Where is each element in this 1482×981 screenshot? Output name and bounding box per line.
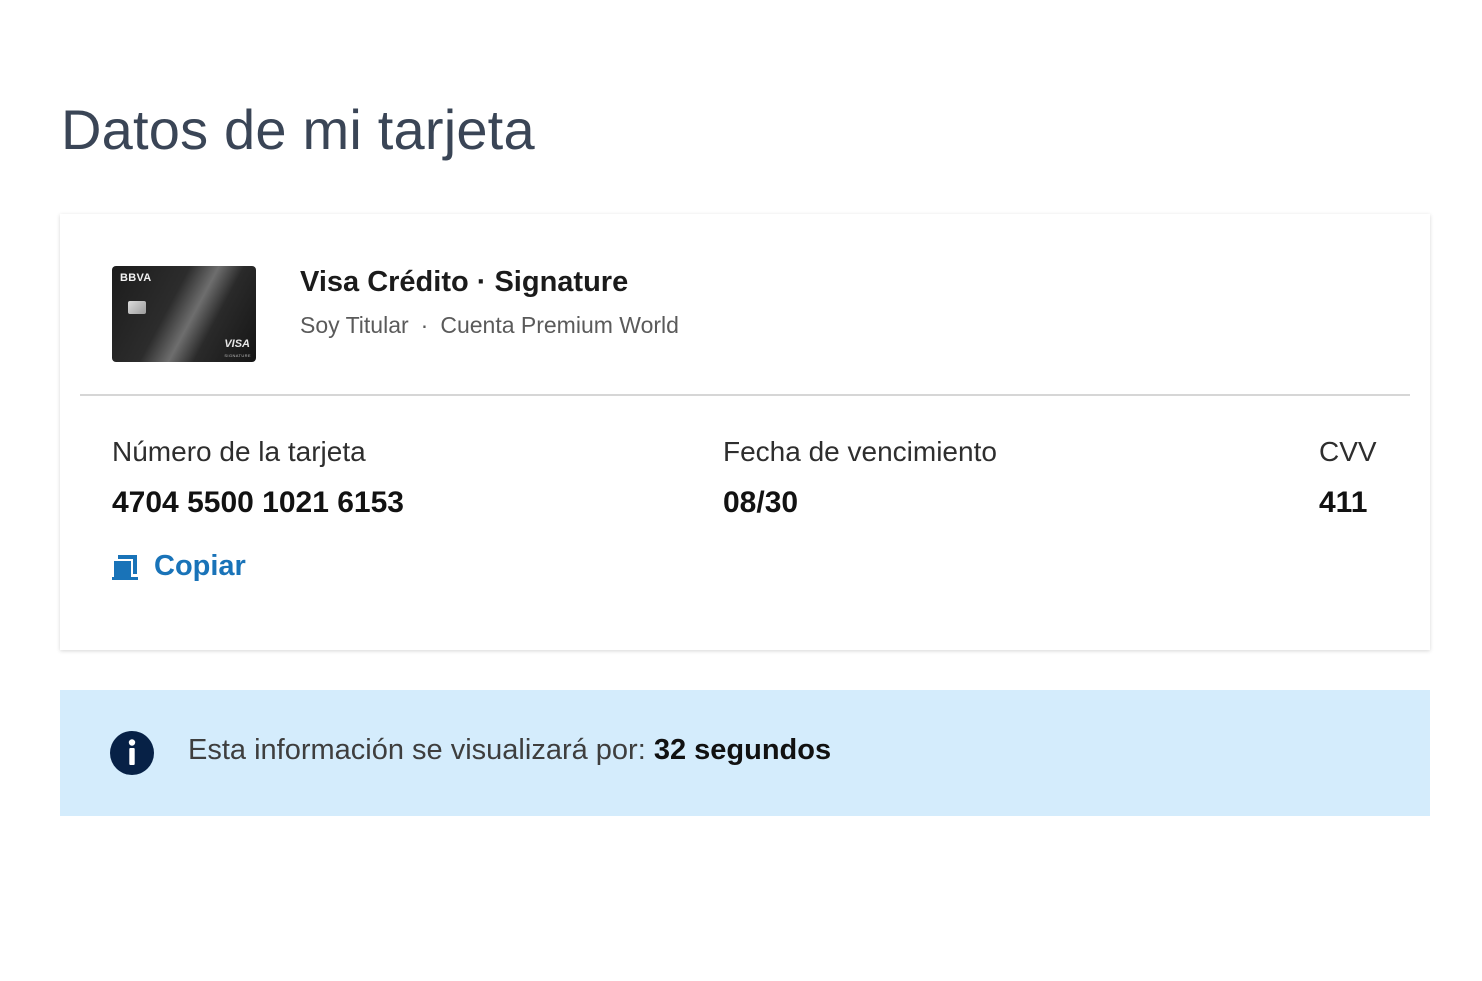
expiry-date-label: Fecha de vencimiento	[723, 436, 997, 467]
notice-message: Esta información se visualizará por:	[188, 734, 646, 766]
card-product-name: Visa Crédito · Signature	[300, 266, 629, 298]
card-network-logo: VISA	[224, 338, 250, 350]
card-number-value: 4704 5500 1021 6153	[112, 486, 404, 519]
card-chip-icon	[128, 301, 146, 314]
divider	[80, 394, 1410, 396]
copy-label: Copiar	[154, 550, 246, 582]
card-brand-logo: BBVA	[120, 272, 152, 284]
meta-separator: ·	[420, 312, 429, 338]
page-title: Datos de mi tarjeta	[61, 98, 535, 161]
card-tier-logo: SIGNATURE	[224, 353, 251, 358]
countdown-value: 32 segundos	[653, 734, 832, 766]
copy-icon	[112, 554, 138, 580]
card-image: BBVA VISA SIGNATURE	[112, 266, 256, 362]
cvv-label: CVV	[1319, 436, 1377, 467]
info-icon	[110, 731, 154, 775]
card-details-panel: BBVA VISA SIGNATURE Visa Crédito · Signa…	[60, 214, 1430, 650]
card-product-meta: Soy Titular · Cuenta Premium World	[300, 312, 679, 339]
card-details-page: Datos de mi tarjeta BBVA VISA SIGNATURE …	[0, 0, 1482, 981]
copy-card-number-button[interactable]: Copiar	[110, 550, 246, 583]
notice-text: Esta información se visualizará por: 32 …	[188, 734, 831, 767]
cvv-value: 411	[1319, 486, 1368, 519]
card-number-label: Número de la tarjeta	[112, 436, 366, 467]
expiry-date-value: 08/30	[723, 486, 799, 519]
account-name: Cuenta Premium World	[440, 312, 679, 338]
visibility-timer-notice: Esta información se visualizará por: 32 …	[60, 690, 1430, 816]
holder-role: Soy Titular	[300, 312, 409, 338]
